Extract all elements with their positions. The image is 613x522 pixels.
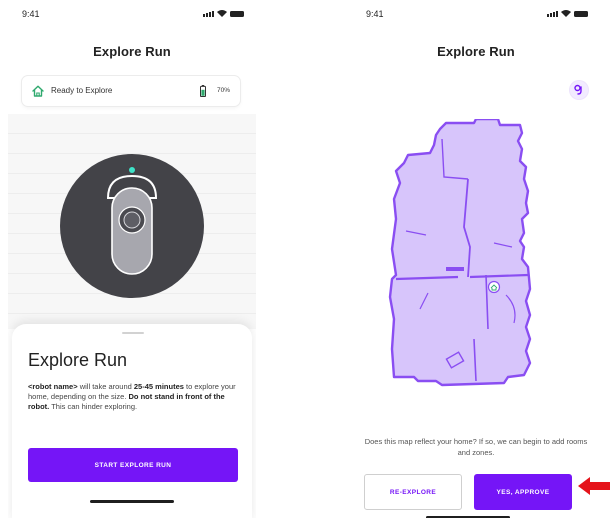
signal-icon: [203, 11, 214, 17]
avatar-icon[interactable]: [570, 81, 588, 99]
map-outline: [388, 119, 532, 387]
home-indicator: [90, 500, 174, 503]
signal-icon: [547, 11, 558, 17]
status-bar: 9:41: [352, 4, 600, 28]
status-icons: [547, 10, 588, 17]
map-door: [446, 267, 464, 271]
home-indicator: [426, 516, 510, 518]
wifi-icon: [217, 10, 227, 17]
approve-map-button[interactable]: YES, APPROVE: [474, 474, 572, 510]
robot-status-text: Ready to Explore: [51, 86, 113, 95]
start-explore-run-button[interactable]: START EXPLORE RUN: [28, 448, 238, 482]
page-title: Explore Run: [93, 44, 171, 59]
status-time: 9:41: [366, 9, 384, 19]
explore-run-start-screen: 9:41 Explore Run Ready to Explore 70% Ex…: [8, 4, 256, 518]
robot-status-card: Ready to Explore 70%: [22, 76, 240, 106]
status-bar: 9:41: [8, 4, 256, 28]
battery-percentage: 70%: [216, 87, 230, 94]
explore-run-map-screen: 9:41 Explore Run Does this map reflect y…: [352, 4, 600, 518]
status-time: 9:41: [22, 9, 40, 19]
robot-icon: [60, 154, 204, 298]
wifi-icon: [561, 10, 571, 17]
floor-map[interactable]: [382, 119, 562, 399]
screenshot-canvas: 9:41 Explore Run Ready to Explore 70% Ex…: [0, 0, 613, 522]
sheet-title: Explore Run: [28, 350, 128, 370]
status-icons: [203, 10, 244, 17]
explore-duration: 25-45 minutes: [133, 382, 184, 391]
map-confirmation-text: Does this map reflect your home? If so, …: [364, 437, 588, 457]
sheet-description: <robot name> will take around 25-45 minu…: [28, 382, 236, 411]
sheet-handle[interactable]: [122, 332, 144, 334]
avatar-glyph: [574, 84, 582, 95]
explore-run-sheet: Explore Run <robot name> will take aroun…: [12, 324, 252, 518]
re-explore-button[interactable]: RE-EXPLORE: [364, 474, 462, 510]
robot-name-placeholder: <robot name>: [28, 382, 78, 391]
page-title: Explore Run: [437, 44, 515, 59]
status-battery-icon: [230, 11, 244, 17]
status-battery-icon: [574, 11, 588, 17]
battery-icon: [200, 85, 206, 97]
arrow-left-icon: [578, 477, 610, 495]
home-icon: [32, 85, 44, 97]
dock-marker: [487, 280, 501, 294]
